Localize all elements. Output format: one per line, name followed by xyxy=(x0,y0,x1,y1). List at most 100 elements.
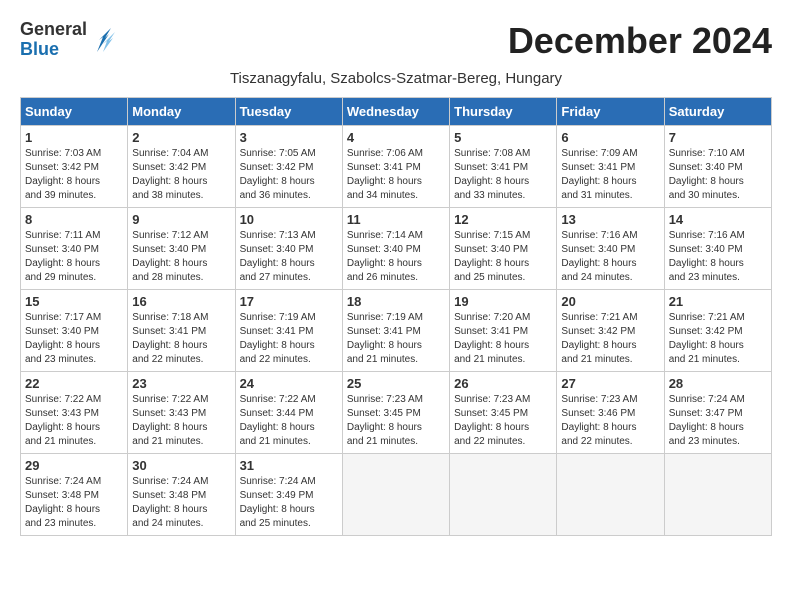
table-row: 7 Sunrise: 7:10 AM Sunset: 3:40 PM Daylig… xyxy=(664,126,771,208)
table-row: 16 Sunrise: 7:18 AM Sunset: 3:41 PM Dayli… xyxy=(128,290,235,372)
day-number: 15 xyxy=(25,294,123,309)
day-info: Sunrise: 7:20 AM Sunset: 3:41 PM Dayligh… xyxy=(454,311,552,367)
calendar-week-row: 15 Sunrise: 7:17 AM Sunset: 3:40 PM Dayli… xyxy=(21,290,772,372)
day-info: Sunrise: 7:23 AM Sunset: 3:45 PM Dayligh… xyxy=(454,393,552,449)
day-number: 28 xyxy=(669,376,767,391)
logo-icon xyxy=(89,24,121,56)
table-row: 11Sunrise: 7:14 AM Sunset: 3:40 PM Dayli… xyxy=(342,208,449,290)
table-row: 14 Sunrise: 7:16 AM Sunset: 3:40 PM Dayli… xyxy=(664,208,771,290)
day-number: 3 xyxy=(240,130,338,145)
header-friday: Friday xyxy=(557,98,664,126)
table-row xyxy=(664,454,771,536)
day-info: Sunrise: 7:14 AM Sunset: 3:40 PM Dayligh… xyxy=(347,229,445,285)
day-info: Sunrise: 7:12 AM Sunset: 3:40 PM Dayligh… xyxy=(132,229,230,285)
table-row: 6 Sunrise: 7:09 AM Sunset: 3:41 PM Daylig… xyxy=(557,126,664,208)
day-info: Sunrise: 7:03 AM Sunset: 3:42 PM Dayligh… xyxy=(25,147,123,203)
day-info: Sunrise: 7:23 AM Sunset: 3:45 PM Dayligh… xyxy=(347,393,445,449)
logo: General Blue xyxy=(20,20,121,60)
table-row: 2 Sunrise: 7:04 AM Sunset: 3:42 PM Daylig… xyxy=(128,126,235,208)
day-info: Sunrise: 7:24 AM Sunset: 3:49 PM Dayligh… xyxy=(240,475,338,531)
day-info: Sunrise: 7:18 AM Sunset: 3:41 PM Dayligh… xyxy=(132,311,230,367)
day-number: 5 xyxy=(454,130,552,145)
day-info: Sunrise: 7:22 AM Sunset: 3:43 PM Dayligh… xyxy=(132,393,230,449)
day-info: Sunrise: 7:04 AM Sunset: 3:42 PM Dayligh… xyxy=(132,147,230,203)
day-number: 6 xyxy=(561,130,659,145)
table-row xyxy=(450,454,557,536)
header-thursday: Thursday xyxy=(450,98,557,126)
table-row: 26Sunrise: 7:23 AM Sunset: 3:45 PM Dayli… xyxy=(450,372,557,454)
logo-general-text: General xyxy=(20,20,87,40)
table-row: 23 Sunrise: 7:22 AM Sunset: 3:43 PM Dayli… xyxy=(128,372,235,454)
day-number: 10 xyxy=(240,212,338,227)
day-info: Sunrise: 7:06 AM Sunset: 3:41 PM Dayligh… xyxy=(347,147,445,203)
table-row: 15 Sunrise: 7:17 AM Sunset: 3:40 PM Dayli… xyxy=(21,290,128,372)
day-info: Sunrise: 7:17 AM Sunset: 3:40 PM Dayligh… xyxy=(25,311,123,367)
day-info: Sunrise: 7:21 AM Sunset: 3:42 PM Dayligh… xyxy=(669,311,767,367)
day-number: 4 xyxy=(347,130,445,145)
table-row: 29 Sunrise: 7:24 AM Sunset: 3:48 PM Dayli… xyxy=(21,454,128,536)
day-number: 2 xyxy=(132,130,230,145)
calendar-table: Sunday Monday Tuesday Wednesday Thursday… xyxy=(20,97,772,536)
day-info: Sunrise: 7:16 AM Sunset: 3:40 PM Dayligh… xyxy=(669,229,767,285)
table-row xyxy=(342,454,449,536)
table-row: 13Sunrise: 7:16 AM Sunset: 3:40 PM Dayli… xyxy=(557,208,664,290)
day-info: Sunrise: 7:08 AM Sunset: 3:41 PM Dayligh… xyxy=(454,147,552,203)
table-row: 19 Sunrise: 7:20 AM Sunset: 3:41 PM Dayli… xyxy=(450,290,557,372)
day-number: 24 xyxy=(240,376,338,391)
day-info: Sunrise: 7:15 AM Sunset: 3:40 PM Dayligh… xyxy=(454,229,552,285)
weekday-header-row: Sunday Monday Tuesday Wednesday Thursday… xyxy=(21,98,772,126)
day-info: Sunrise: 7:24 AM Sunset: 3:47 PM Dayligh… xyxy=(669,393,767,449)
header-tuesday: Tuesday xyxy=(235,98,342,126)
day-number: 14 xyxy=(669,212,767,227)
header-wednesday: Wednesday xyxy=(342,98,449,126)
table-row: 5 Sunrise: 7:08 AM Sunset: 3:41 PM Daylig… xyxy=(450,126,557,208)
day-number: 8 xyxy=(25,212,123,227)
table-row: 25Sunrise: 7:23 AM Sunset: 3:45 PM Dayli… xyxy=(342,372,449,454)
logo-blue-text: Blue xyxy=(20,40,87,60)
day-number: 30 xyxy=(132,458,230,473)
day-number: 22 xyxy=(25,376,123,391)
table-row: 27 Sunrise: 7:23 AM Sunset: 3:46 PM Dayli… xyxy=(557,372,664,454)
header-monday: Monday xyxy=(128,98,235,126)
day-info: Sunrise: 7:23 AM Sunset: 3:46 PM Dayligh… xyxy=(561,393,659,449)
day-info: Sunrise: 7:22 AM Sunset: 3:44 PM Dayligh… xyxy=(240,393,338,449)
day-number: 1 xyxy=(25,130,123,145)
day-number: 27 xyxy=(561,376,659,391)
table-row: 22 Sunrise: 7:22 AM Sunset: 3:43 PM Dayli… xyxy=(21,372,128,454)
table-row: 21Sunrise: 7:21 AM Sunset: 3:42 PM Dayli… xyxy=(664,290,771,372)
day-info: Sunrise: 7:24 AM Sunset: 3:48 PM Dayligh… xyxy=(25,475,123,531)
day-number: 16 xyxy=(132,294,230,309)
calendar-week-row: 8 Sunrise: 7:11 AM Sunset: 3:40 PM Daylig… xyxy=(21,208,772,290)
day-info: Sunrise: 7:19 AM Sunset: 3:41 PM Dayligh… xyxy=(347,311,445,367)
day-info: Sunrise: 7:10 AM Sunset: 3:40 PM Dayligh… xyxy=(669,147,767,203)
table-row: 8 Sunrise: 7:11 AM Sunset: 3:40 PM Daylig… xyxy=(21,208,128,290)
day-number: 29 xyxy=(25,458,123,473)
table-row: 18Sunrise: 7:19 AM Sunset: 3:41 PM Dayli… xyxy=(342,290,449,372)
day-info: Sunrise: 7:09 AM Sunset: 3:41 PM Dayligh… xyxy=(561,147,659,203)
table-row: 1 Sunrise: 7:03 AM Sunset: 3:42 PM Daylig… xyxy=(21,126,128,208)
table-row: 20Sunrise: 7:21 AM Sunset: 3:42 PM Dayli… xyxy=(557,290,664,372)
day-number: 23 xyxy=(132,376,230,391)
page-header: General Blue December 2024 xyxy=(20,20,772,62)
subtitle: Tiszanagyfalu, Szabolcs-Szatmar-Bereg, H… xyxy=(20,70,772,87)
day-number: 12 xyxy=(454,212,552,227)
calendar-week-row: 1 Sunrise: 7:03 AM Sunset: 3:42 PM Daylig… xyxy=(21,126,772,208)
day-number: 19 xyxy=(454,294,552,309)
day-info: Sunrise: 7:22 AM Sunset: 3:43 PM Dayligh… xyxy=(25,393,123,449)
day-info: Sunrise: 7:11 AM Sunset: 3:40 PM Dayligh… xyxy=(25,229,123,285)
table-row xyxy=(557,454,664,536)
header-saturday: Saturday xyxy=(664,98,771,126)
table-row: 4 Sunrise: 7:06 AM Sunset: 3:41 PM Daylig… xyxy=(342,126,449,208)
table-row: 30Sunrise: 7:24 AM Sunset: 3:48 PM Dayli… xyxy=(128,454,235,536)
day-number: 13 xyxy=(561,212,659,227)
calendar-week-row: 22 Sunrise: 7:22 AM Sunset: 3:43 PM Dayli… xyxy=(21,372,772,454)
day-number: 7 xyxy=(669,130,767,145)
day-info: Sunrise: 7:13 AM Sunset: 3:40 PM Dayligh… xyxy=(240,229,338,285)
table-row: 10 Sunrise: 7:13 AM Sunset: 3:40 PM Dayli… xyxy=(235,208,342,290)
day-info: Sunrise: 7:21 AM Sunset: 3:42 PM Dayligh… xyxy=(561,311,659,367)
table-row: 12 Sunrise: 7:15 AM Sunset: 3:40 PM Dayli… xyxy=(450,208,557,290)
month-title: December 2024 xyxy=(508,20,772,62)
calendar-week-row: 29 Sunrise: 7:24 AM Sunset: 3:48 PM Dayli… xyxy=(21,454,772,536)
day-number: 9 xyxy=(132,212,230,227)
table-row: 24 Sunrise: 7:22 AM Sunset: 3:44 PM Dayli… xyxy=(235,372,342,454)
